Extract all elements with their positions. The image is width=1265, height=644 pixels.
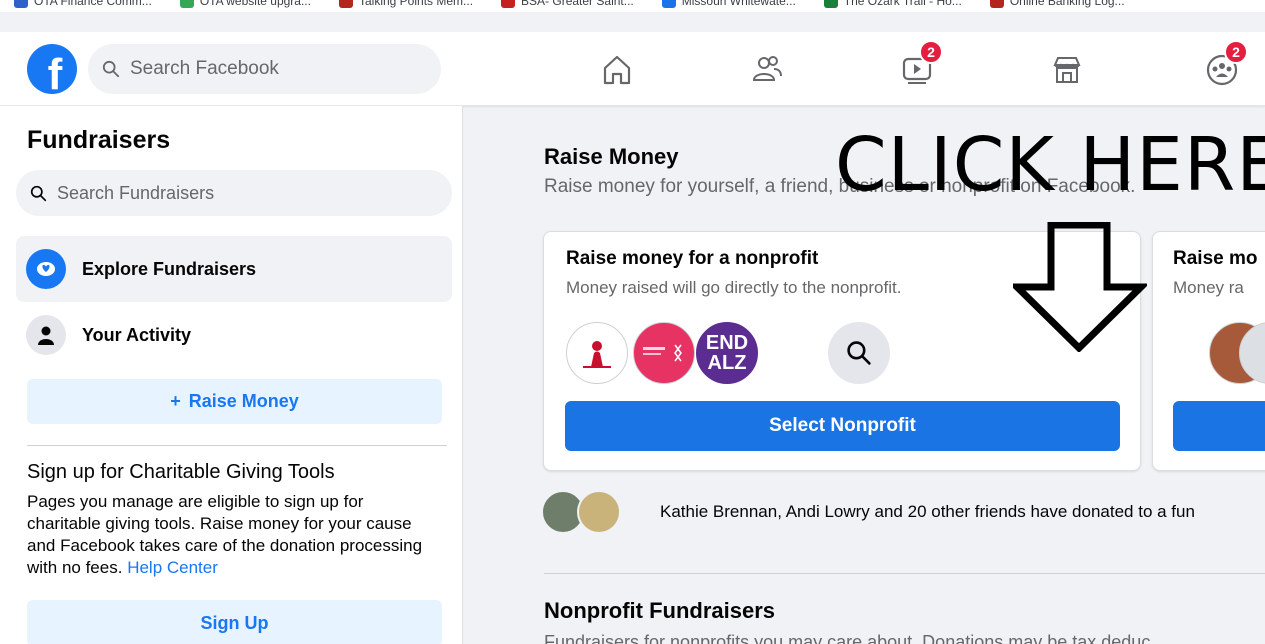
bookmark-label: Talking Points Mem... <box>358 0 474 8</box>
watch-icon[interactable]: 2 <box>897 40 943 90</box>
sidebar-title: Fundraisers <box>27 126 171 154</box>
bookmark-label: Online Banking Log... <box>1009 0 1125 8</box>
select-nonprofit-button[interactable]: Select Nonprofit <box>565 401 1120 451</box>
marketplace-icon[interactable] <box>1047 50 1087 90</box>
donor-avatars <box>541 490 621 536</box>
sidebar-divider <box>27 445 447 446</box>
charitable-tools-heading: Sign up for Charitable Giving Tools <box>27 461 335 483</box>
bookmark-label: OTA website upgra... <box>199 0 311 8</box>
search-facebook-input[interactable]: Search Facebook <box>88 44 441 94</box>
bookmark-item[interactable]: BSA- Greater Saint... <box>487 0 648 8</box>
fundraisers-sidebar: Fundraisers Search Fundraisers Explore F… <box>0 106 463 644</box>
bookmark-favicon-icon <box>14 0 28 8</box>
charitable-tools-text: Pages you manage are eligible to sign up… <box>27 492 423 577</box>
search-facebook-placeholder: Search Facebook <box>130 58 279 79</box>
groups-icon[interactable]: 2 <box>1202 40 1248 90</box>
plus-icon: + <box>170 391 181 411</box>
search-fundraisers-placeholder: Search Fundraisers <box>57 182 215 203</box>
end-alz-logo[interactable]: END ALZ <box>696 322 758 384</box>
avatar[interactable] <box>577 490 621 534</box>
friends-icon[interactable] <box>747 50 787 90</box>
bookmark-favicon-icon <box>501 0 516 8</box>
st-jude-logo[interactable] <box>566 322 628 384</box>
search-icon <box>102 60 120 78</box>
bookmark-item[interactable]: OTA Finance Comm... <box>0 0 166 8</box>
home-icon[interactable] <box>597 50 637 90</box>
raise-money-button[interactable]: + Raise Money <box>27 379 442 424</box>
top-navigation: f Search Facebook 2 2 <box>0 32 1265 106</box>
nonprofit-card-subtitle: Money raised will go directly to the non… <box>566 278 902 297</box>
bookmark-label: Missouri Whitewate... <box>681 0 796 8</box>
nonprofit-card-title: Raise money for a nonprofit <box>566 248 819 269</box>
sidebar-item-label: Your Activity <box>82 324 192 345</box>
watch-notification-badge: 2 <box>919 40 943 64</box>
search-icon <box>30 185 47 201</box>
facebook-logo[interactable]: f <box>27 44 77 94</box>
bookmarks-bar: OTA Finance Comm... OTA website upgra... T… <box>0 0 1265 12</box>
sidebar-item-explore-fundraisers[interactable]: Explore Fundraisers <box>16 236 452 302</box>
bookmark-favicon-icon <box>661 0 676 8</box>
bookmark-item[interactable]: The Ozark Trail - Ho... <box>810 0 976 8</box>
bookmark-favicon-icon <box>179 0 194 8</box>
sidebar-item-your-activity[interactable]: Your Activity <box>16 302 452 368</box>
down-arrow-annotation <box>1013 222 1147 352</box>
person-icon <box>26 315 66 355</box>
nonprofit-search-button[interactable] <box>828 322 890 384</box>
section-divider <box>544 573 1265 574</box>
help-center-link[interactable]: Help Center <box>127 558 218 577</box>
cancer-society-logo[interactable] <box>633 322 695 384</box>
nonprofit-fundraisers-subtitle: Fundraisers for nonprofits you may care … <box>544 632 1151 644</box>
facebook-logo-glyph: f <box>47 50 63 94</box>
heart-hands-icon <box>26 249 66 289</box>
search-icon <box>847 341 871 365</box>
bookmark-favicon-icon <box>338 0 353 8</box>
nonprofit-fundraisers-title: Nonprofit Fundraisers <box>544 598 776 623</box>
bookmark-item[interactable]: OTA website upgra... <box>166 0 325 8</box>
raise-money-title: Raise Money <box>544 144 679 169</box>
sidebar-item-label: Explore Fundraisers <box>82 258 257 279</box>
bookmark-favicon-icon <box>989 0 1004 8</box>
bookmark-label: BSA- Greater Saint... <box>521 0 634 8</box>
search-fundraisers-input[interactable]: Search Fundraisers <box>16 170 452 216</box>
personal-card-button[interactable] <box>1173 401 1265 451</box>
bookmark-item[interactable]: Missouri Whitewate... <box>648 0 810 8</box>
click-here-annotation: CLICK HERE <box>835 122 1265 208</box>
raise-money-label: Raise Money <box>188 391 299 411</box>
personal-card-subtitle: Money ra <box>1173 278 1244 297</box>
personal-card: Raise mo Money ra <box>1152 231 1265 471</box>
bookmark-item[interactable]: Talking Points Mem... <box>325 0 487 8</box>
friends-donated-text[interactable]: Kathie Brennan, Andi Lowry and 20 other … <box>660 502 1195 522</box>
bookmark-label: The Ozark Trail - Ho... <box>843 0 962 8</box>
bookmark-label: OTA Finance Comm... <box>34 0 152 8</box>
bookmark-favicon-icon <box>823 0 838 8</box>
charitable-tools-description: Pages you manage are eligible to sign up… <box>27 491 437 579</box>
bookmark-item[interactable]: Online Banking Log... <box>976 0 1139 8</box>
groups-notification-badge: 2 <box>1224 40 1248 64</box>
end-alz-text: END ALZ <box>705 332 749 374</box>
personal-card-title: Raise mo <box>1173 248 1258 269</box>
sign-up-button[interactable]: Sign Up <box>27 600 442 644</box>
